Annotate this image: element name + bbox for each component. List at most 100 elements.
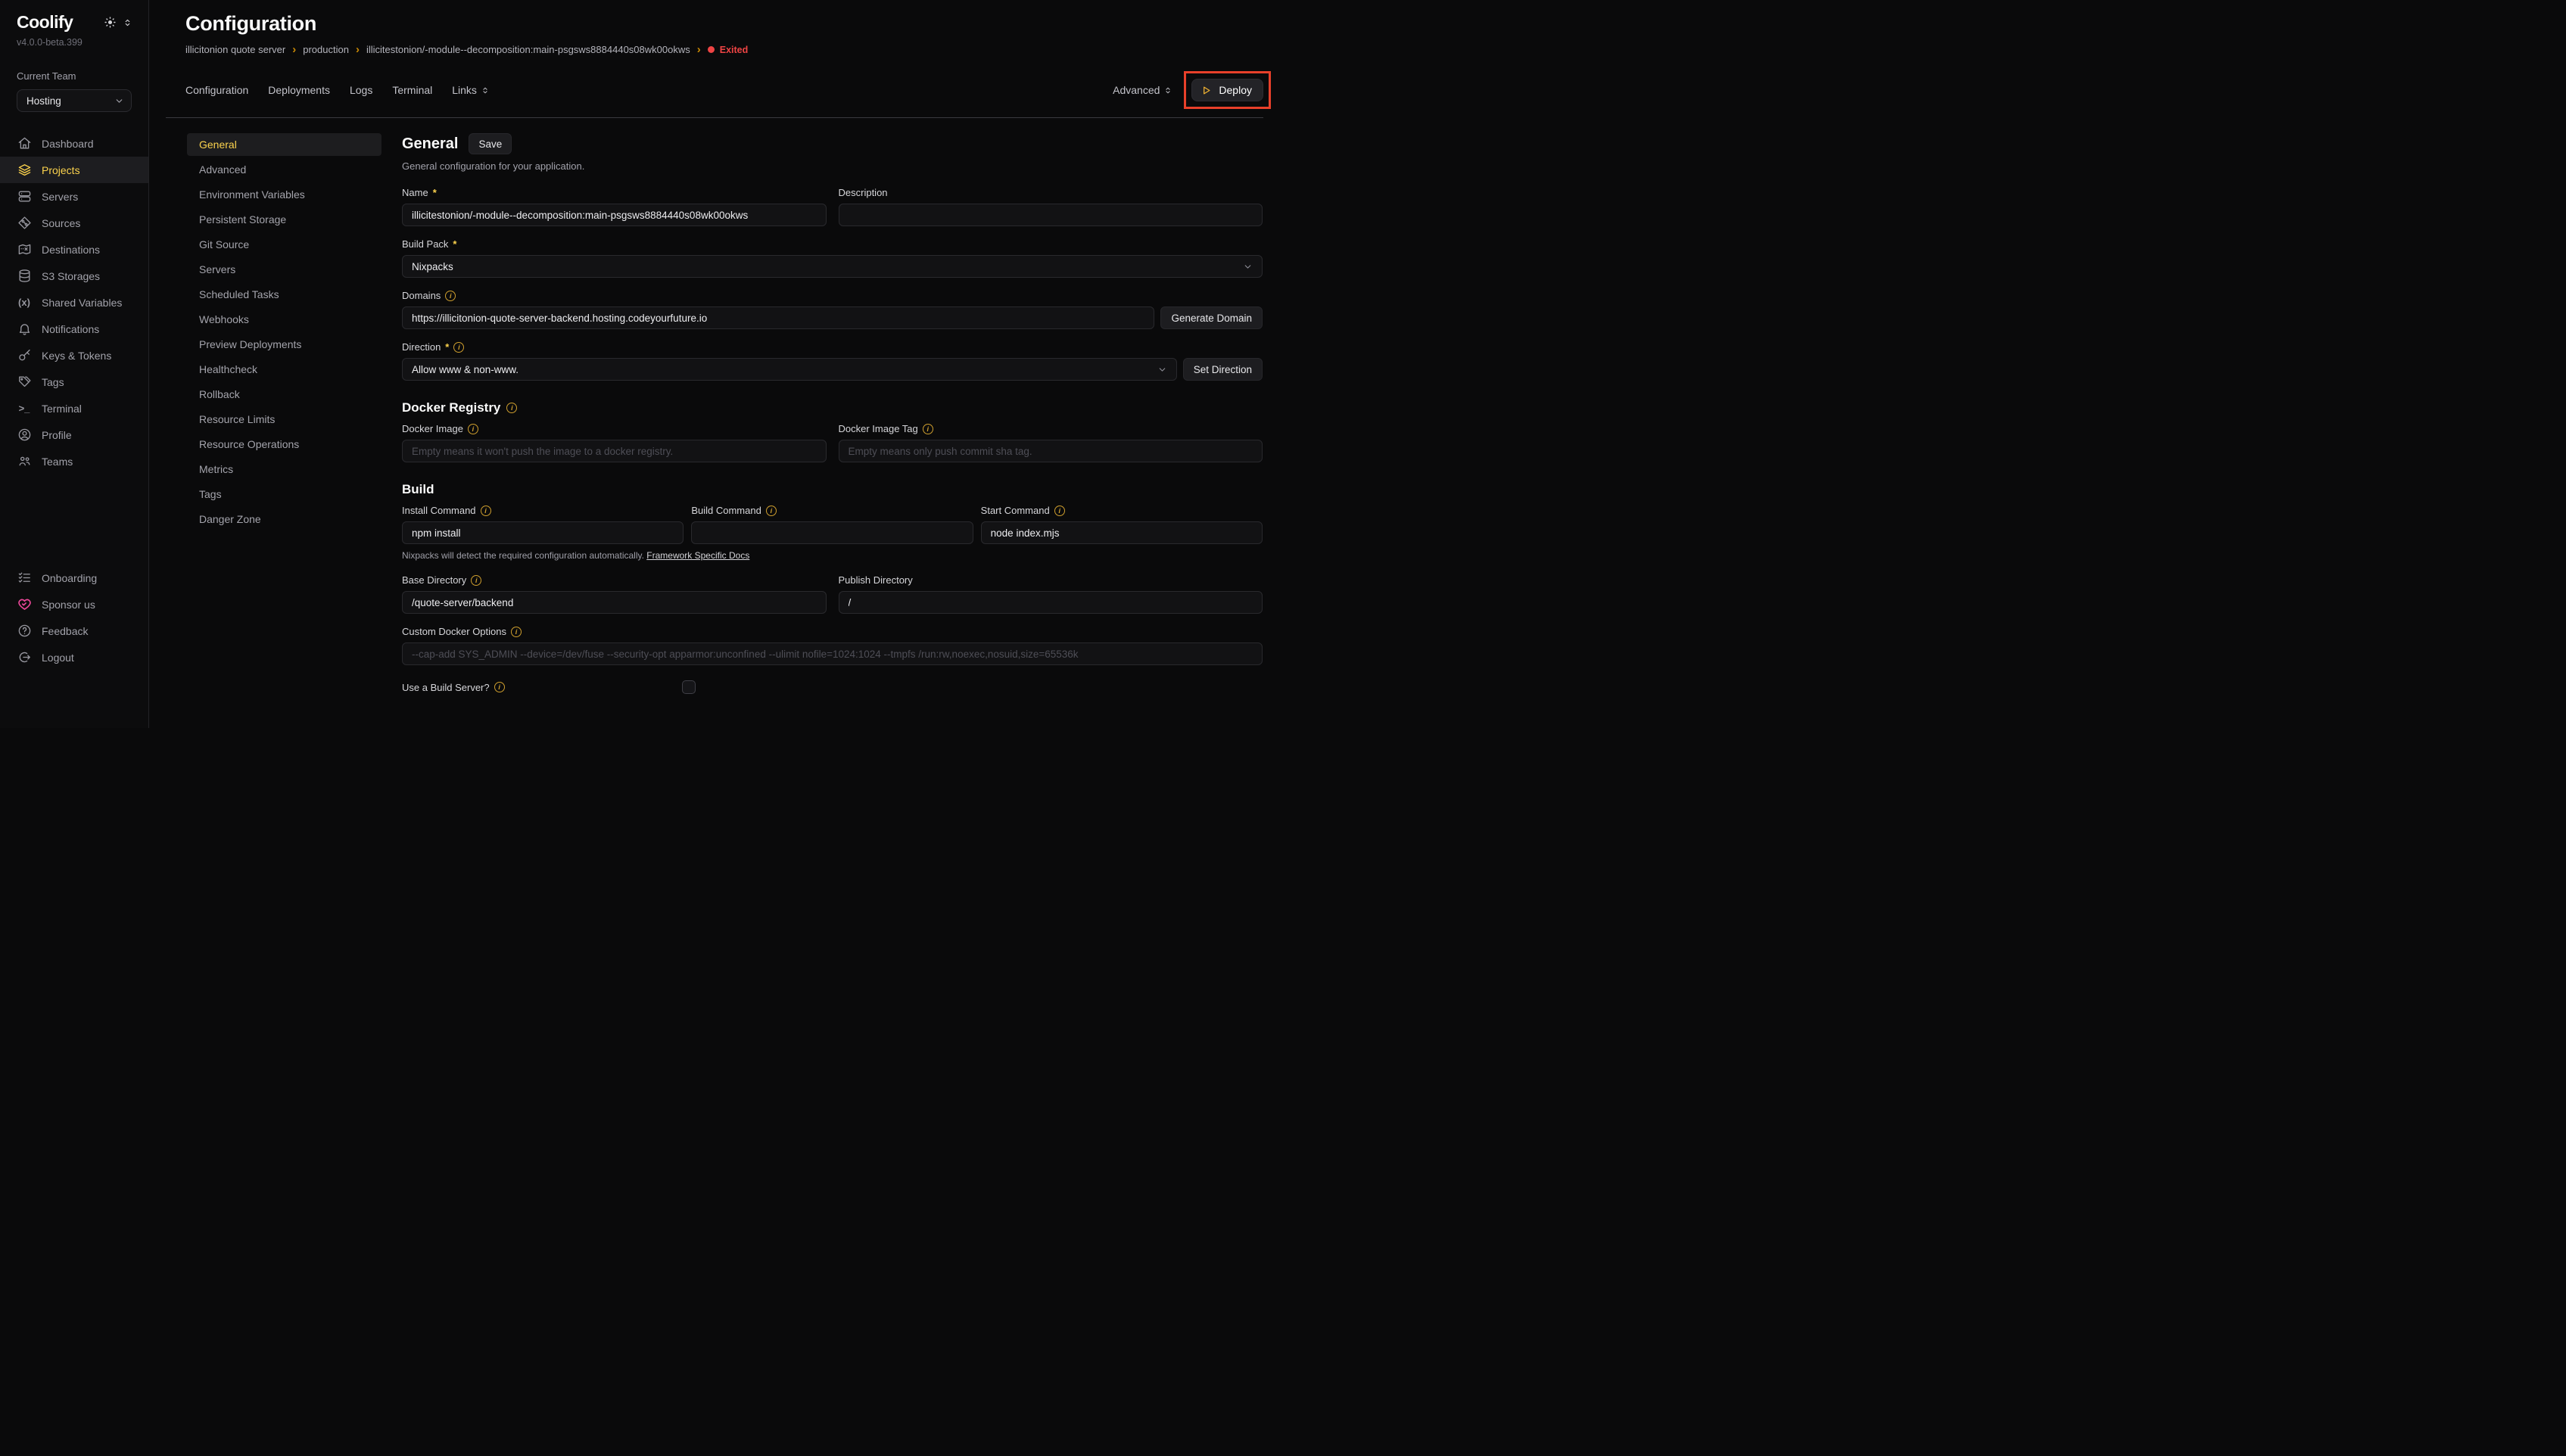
subnav-item-environment-variables[interactable]: Environment Variables xyxy=(187,183,381,206)
tab-logs[interactable]: Logs xyxy=(350,84,372,96)
publish-directory-input[interactable] xyxy=(839,591,1263,614)
subnav-item-danger-zone[interactable]: Danger Zone xyxy=(187,508,381,530)
sidebar-item-keys-tokens[interactable]: Keys & Tokens xyxy=(0,342,148,369)
sidebar-footer-nav: Onboarding Sponsor us Feedback Logout xyxy=(0,565,148,670)
breadcrumb-environment[interactable]: production xyxy=(303,44,349,55)
bell-icon xyxy=(17,322,32,337)
breadcrumb-resource[interactable]: illicitestonion/-module--decomposition:m… xyxy=(366,44,690,55)
sidebar-item-teams[interactable]: Teams xyxy=(0,448,148,474)
sidebar-item-sources[interactable]: Sources xyxy=(0,210,148,236)
sidebar-item-servers[interactable]: Servers xyxy=(0,183,148,210)
layers-icon xyxy=(17,163,32,178)
info-icon[interactable]: i xyxy=(506,403,517,413)
info-icon[interactable]: i xyxy=(766,506,777,516)
advanced-dropdown[interactable]: Advanced xyxy=(1113,84,1172,96)
team-select[interactable]: Hosting xyxy=(17,89,132,112)
framework-docs-link[interactable]: Framework Specific Docs xyxy=(646,550,749,561)
info-icon[interactable]: i xyxy=(453,342,464,353)
terminal-icon: >_ xyxy=(17,401,32,416)
heart-icon xyxy=(17,597,32,612)
variables-icon: (x) xyxy=(17,295,32,310)
tab-configuration[interactable]: Configuration xyxy=(185,84,248,96)
docker-image-input[interactable] xyxy=(402,440,827,462)
sidebar-item-logout[interactable]: Logout xyxy=(0,644,148,670)
logout-icon xyxy=(17,650,32,665)
tab-terminal[interactable]: Terminal xyxy=(392,84,432,96)
base-directory-input[interactable] xyxy=(402,591,827,614)
breadcrumb: illicitonion quote server › production ›… xyxy=(185,44,1263,55)
map-icon xyxy=(17,242,32,257)
breadcrumb-project[interactable]: illicitonion quote server xyxy=(185,44,285,55)
subnav-item-resource-limits[interactable]: Resource Limits xyxy=(187,408,381,431)
checklist-icon xyxy=(17,571,32,586)
sidebar-item-onboarding[interactable]: Onboarding xyxy=(0,565,148,591)
start-command-input[interactable] xyxy=(981,521,1263,544)
build-command-input[interactable] xyxy=(691,521,973,544)
info-icon[interactable]: i xyxy=(445,291,456,301)
build-server-checkbox[interactable] xyxy=(682,680,696,694)
chevron-right-icon: › xyxy=(292,44,296,55)
info-icon[interactable]: i xyxy=(511,627,522,637)
domains-input[interactable] xyxy=(402,306,1154,329)
generate-domain-button[interactable]: Generate Domain xyxy=(1160,306,1263,329)
subnav-item-healthcheck[interactable]: Healthcheck xyxy=(187,358,381,381)
install-command-label: Install Command i xyxy=(402,505,684,516)
info-icon[interactable]: i xyxy=(471,575,481,586)
subnav-item-rollback[interactable]: Rollback xyxy=(187,383,381,406)
deploy-button[interactable]: Deploy xyxy=(1191,79,1263,101)
subnav-item-servers[interactable]: Servers xyxy=(187,258,381,281)
user-icon xyxy=(17,428,32,443)
info-icon[interactable]: i xyxy=(1054,506,1065,516)
subnav-item-advanced[interactable]: Advanced xyxy=(187,158,381,181)
name-input[interactable] xyxy=(402,204,827,226)
info-icon[interactable]: i xyxy=(494,682,505,692)
home-icon xyxy=(17,136,32,151)
sidebar-nav: Dashboard Projects Servers Sources Desti… xyxy=(0,130,148,474)
sidebar-item-shared-variables[interactable]: (x) Shared Variables xyxy=(0,289,148,316)
subnav-item-scheduled-tasks[interactable]: Scheduled Tasks xyxy=(187,283,381,306)
sidebar-item-tags[interactable]: Tags xyxy=(0,369,148,395)
tab-deployments[interactable]: Deployments xyxy=(268,84,330,96)
sidebar-item-terminal[interactable]: >_ Terminal xyxy=(0,395,148,422)
publish-directory-label: Publish Directory xyxy=(839,574,1263,586)
sidebar-item-dashboard[interactable]: Dashboard xyxy=(0,130,148,157)
sidebar-item-notifications[interactable]: Notifications xyxy=(0,316,148,342)
set-direction-button[interactable]: Set Direction xyxy=(1183,358,1263,381)
tab-links[interactable]: Links xyxy=(452,84,489,96)
custom-docker-options-input[interactable] xyxy=(402,642,1263,665)
name-label: Name* xyxy=(402,187,827,198)
install-command-input[interactable] xyxy=(402,521,684,544)
sidebar-collapse-icon[interactable] xyxy=(123,17,132,28)
subnav-item-webhooks[interactable]: Webhooks xyxy=(187,308,381,331)
info-icon[interactable]: i xyxy=(481,506,491,516)
docker-image-tag-input[interactable] xyxy=(839,440,1263,462)
chevron-down-icon xyxy=(114,96,124,106)
sidebar-item-destinations[interactable]: Destinations xyxy=(0,236,148,263)
subnav-item-tags[interactable]: Tags xyxy=(187,483,381,506)
sidebar-item-projects[interactable]: Projects xyxy=(0,157,148,183)
sidebar-item-sponsor[interactable]: Sponsor us xyxy=(0,591,148,618)
section-title-docker-registry: Docker Registry xyxy=(402,400,500,415)
subnav-item-preview-deployments[interactable]: Preview Deployments xyxy=(187,333,381,356)
sidebar-item-s3-storages[interactable]: S3 Storages xyxy=(0,263,148,289)
build-pack-select[interactable]: Nixpacks xyxy=(402,255,1263,278)
info-icon[interactable]: i xyxy=(468,424,478,434)
tag-icon xyxy=(17,375,32,390)
general-form: General Save General configuration for y… xyxy=(402,133,1263,694)
save-button[interactable]: Save xyxy=(469,133,512,154)
section-title-general: General xyxy=(402,135,458,153)
subnav-item-resource-operations[interactable]: Resource Operations xyxy=(187,433,381,456)
subnav-item-general[interactable]: General xyxy=(187,133,381,156)
git-source-icon xyxy=(17,216,32,231)
subnav-item-git-source[interactable]: Git Source xyxy=(187,233,381,256)
sidebar-item-profile[interactable]: Profile xyxy=(0,422,148,448)
info-icon[interactable]: i xyxy=(923,424,933,434)
description-label: Description xyxy=(839,187,1263,198)
theme-sun-icon[interactable] xyxy=(104,16,117,29)
build-command-label: Build Command i xyxy=(691,505,973,516)
description-input[interactable] xyxy=(839,204,1263,226)
subnav-item-persistent-storage[interactable]: Persistent Storage xyxy=(187,208,381,231)
sidebar-item-feedback[interactable]: Feedback xyxy=(0,618,148,644)
subnav-item-metrics[interactable]: Metrics xyxy=(187,458,381,481)
direction-select[interactable]: Allow www & non-www. xyxy=(402,358,1177,381)
